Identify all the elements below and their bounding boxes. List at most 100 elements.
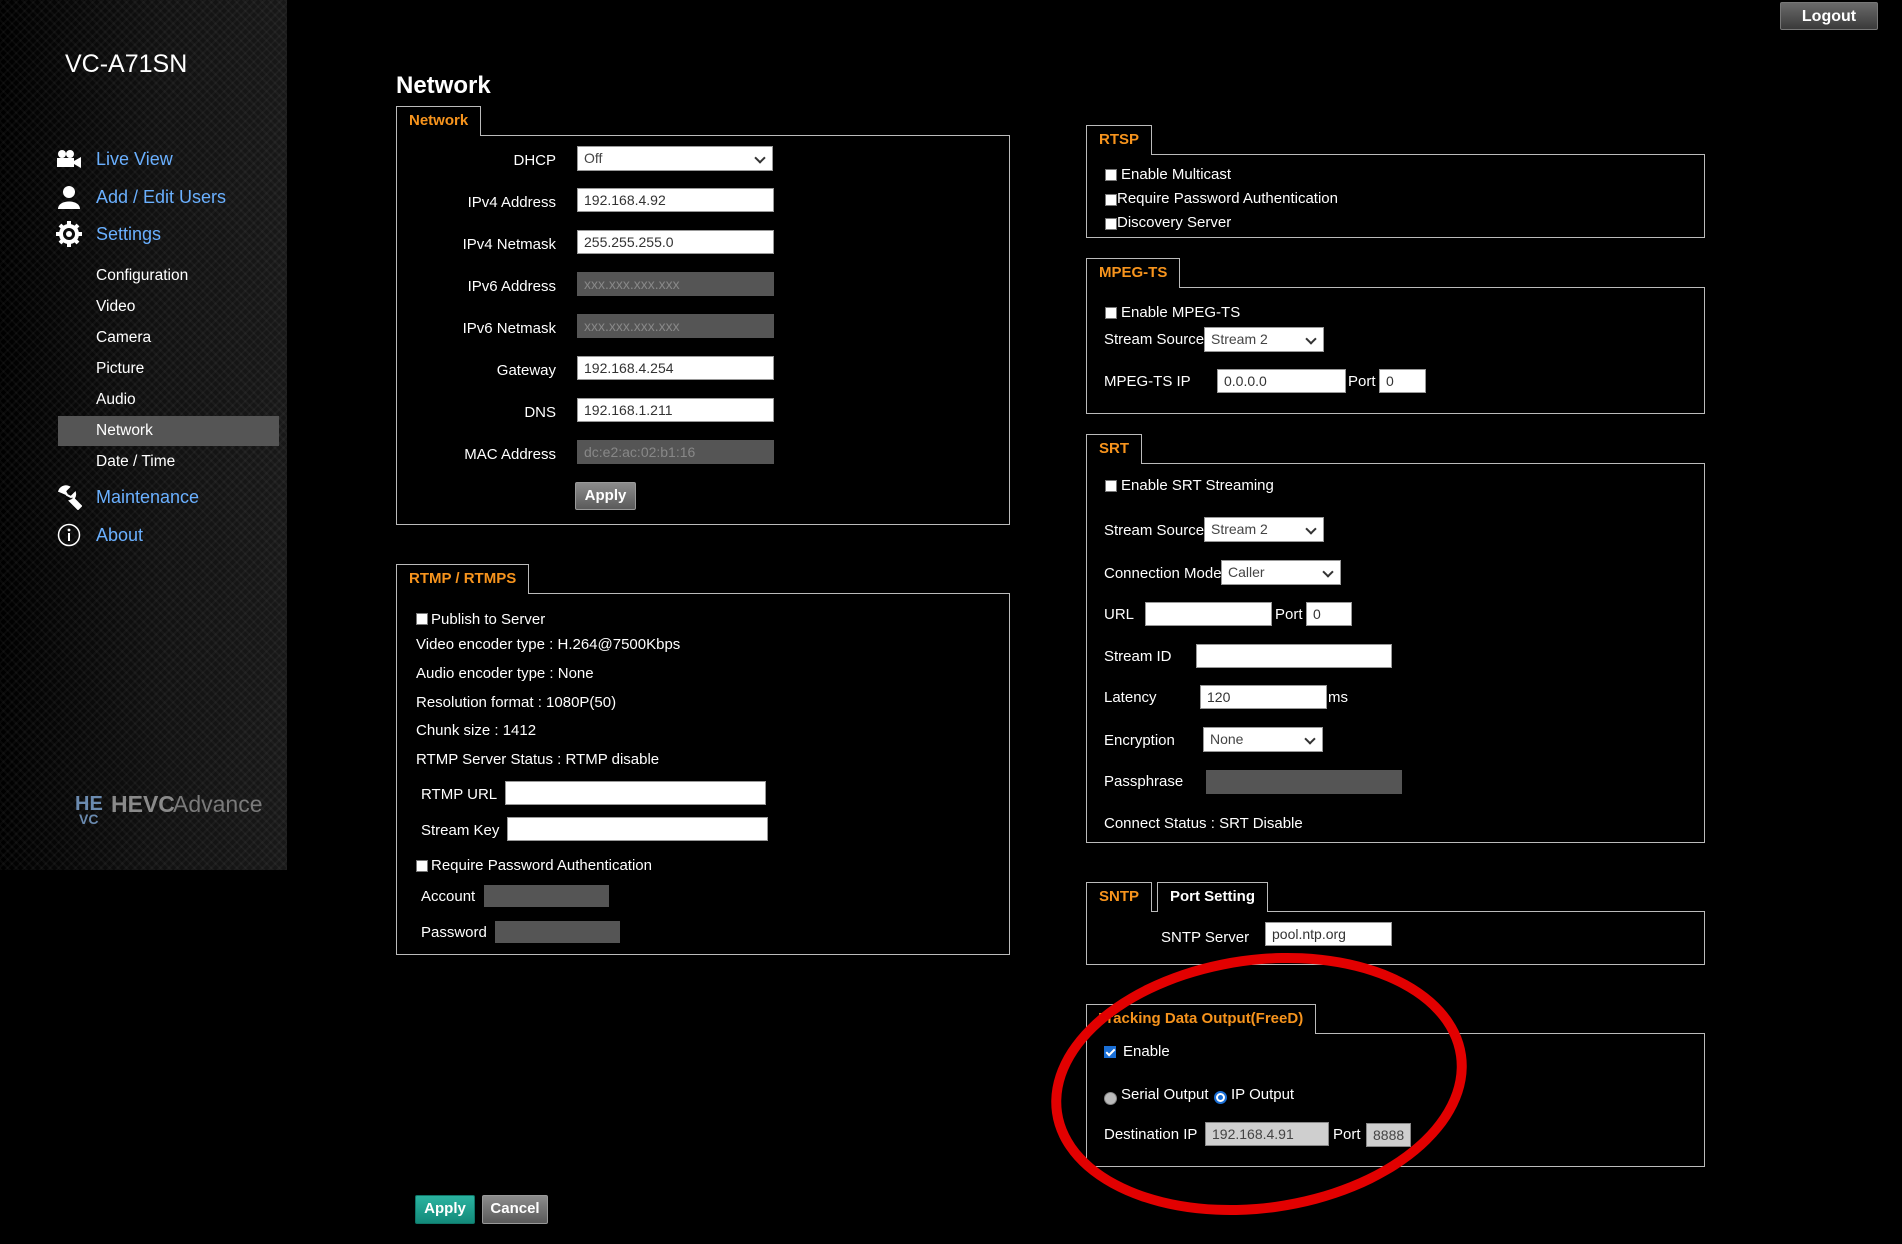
enable-srt-label: Enable SRT Streaming <box>1121 477 1274 494</box>
mpegts-port-input[interactable]: 0 <box>1379 369 1426 393</box>
network-apply-button[interactable]: Apply <box>575 482 636 510</box>
info-icon <box>56 522 82 548</box>
nav-maintenance[interactable]: Maintenance <box>56 484 199 510</box>
account-input <box>484 885 609 907</box>
nav-about-label: About <box>96 524 144 545</box>
sntp-server-label: SNTP Server <box>1161 929 1250 946</box>
mpegts-port-label: Port <box>1348 373 1376 390</box>
latency-unit: ms <box>1328 689 1348 706</box>
sidebar-item-audio[interactable]: Audio <box>58 385 279 415</box>
serial-output-label: Serial Output <box>1121 1086 1209 1103</box>
serial-output-radio[interactable] <box>1104 1092 1117 1105</box>
rtmp-url-label: RTMP URL <box>421 786 498 803</box>
nav-add-edit-users[interactable]: Add / Edit Users <box>56 184 226 210</box>
srt-stream-source-label: Stream Source <box>1104 522 1205 539</box>
destination-ip-input[interactable]: 192.168.4.91 <box>1205 1122 1329 1146</box>
nav-live-view[interactable]: Live View <box>56 146 173 172</box>
camera-icon <box>56 146 82 172</box>
wrench-icon <box>56 484 82 510</box>
stream-id-label: Stream ID <box>1104 648 1172 665</box>
svg-text:VC: VC <box>79 811 98 827</box>
mac-address-label: MAC Address <box>464 446 556 463</box>
passphrase-label: Passphrase <box>1104 773 1184 790</box>
enable-multicast-checkbox[interactable] <box>1105 169 1117 181</box>
user-icon <box>56 184 82 210</box>
ipv4-netmask-input[interactable]: 255.255.255.0 <box>577 230 774 254</box>
sidebar-item-camera[interactable]: Camera <box>58 323 279 353</box>
tab-network[interactable]: Network <box>396 106 482 136</box>
enable-mpegts-checkbox[interactable] <box>1105 307 1117 319</box>
nav-live-view-label: Live View <box>96 148 173 169</box>
publish-to-server-checkbox[interactable] <box>416 613 428 625</box>
nav-settings-label: Settings <box>96 223 162 244</box>
discovery-server-label: Discovery Server <box>1117 214 1232 231</box>
sntp-server-input[interactable]: pool.ntp.org <box>1265 922 1392 946</box>
ipv4-address-input[interactable]: 192.168.4.92 <box>577 188 774 212</box>
srt-port-input[interactable]: 0 <box>1306 602 1352 626</box>
nav-about[interactable]: About <box>56 522 143 548</box>
rtmp-require-password-checkbox[interactable] <box>416 860 428 872</box>
apply-button[interactable]: Apply <box>415 1195 475 1224</box>
mpegts-ip-input[interactable]: 0.0.0.0 <box>1217 369 1346 393</box>
account-label: Account <box>421 888 476 905</box>
rtsp-require-password-checkbox[interactable] <box>1105 194 1117 206</box>
srt-stream-source-select[interactable]: Stream 2 <box>1204 517 1324 542</box>
encryption-select[interactable]: None <box>1203 727 1323 752</box>
enable-multicast-label: Enable Multicast <box>1121 166 1232 183</box>
sidebar-item-picture[interactable]: Picture <box>58 354 279 384</box>
dhcp-label: DHCP <box>513 152 556 169</box>
sidebar-item-date-time[interactable]: Date / Time <box>58 447 279 477</box>
nav-add-edit-users-label: Add / Edit Users <box>96 186 227 207</box>
connection-mode-label: Connection Mode <box>1104 565 1222 582</box>
ipv4-netmask-label: IPv4 Netmask <box>462 236 556 253</box>
gateway-input[interactable]: 192.168.4.254 <box>577 356 774 380</box>
device-title: VC-A71SN <box>65 50 188 78</box>
freed-port-input[interactable]: 8888 <box>1366 1123 1411 1147</box>
encryption-label: Encryption <box>1104 732 1175 749</box>
freed-port-label: Port <box>1333 1126 1361 1143</box>
tab-rtmp[interactable]: RTMP / RTMPS <box>396 564 530 594</box>
tab-port-setting[interactable]: Port Setting <box>1157 882 1268 912</box>
rtmp-server-status-text: RTMP Server Status : RTMP disable <box>416 751 660 768</box>
stream-id-input[interactable] <box>1196 644 1392 668</box>
mpegts-stream-source-select[interactable]: Stream 2 <box>1204 327 1324 352</box>
dhcp-select[interactable]: Off <box>577 146 773 171</box>
ipv6-netmask-input: xxx.xxx.xxx.xxx <box>577 314 774 338</box>
page-title: Network <box>396 72 491 99</box>
gear-icon <box>56 221 82 247</box>
logout-button[interactable]: Logout <box>1780 2 1878 30</box>
connection-mode-select[interactable]: Caller <box>1221 560 1341 585</box>
tab-rtsp[interactable]: RTSP <box>1086 125 1153 155</box>
publish-to-server-label: Publish to Server <box>431 611 546 628</box>
tab-sntp[interactable]: SNTP <box>1086 882 1153 912</box>
rtmp-url-input[interactable] <box>505 781 766 805</box>
tab-freed[interactable]: Tracking Data Output(FreeD) <box>1086 1004 1317 1034</box>
sidebar-item-network[interactable]: Network <box>58 416 279 446</box>
ipv6-address-input: xxx.xxx.xxx.xxx <box>577 272 774 296</box>
ipv4-address-label: IPv4 Address <box>467 194 556 211</box>
ipv6-netmask-label: IPv6 Netmask <box>462 320 556 337</box>
freed-enable-checkbox[interactable] <box>1104 1046 1116 1058</box>
cancel-button[interactable]: Cancel <box>482 1195 548 1224</box>
ipv6-address-label: IPv6 Address <box>467 278 556 295</box>
dns-input[interactable]: 192.168.1.211 <box>577 398 774 422</box>
ip-output-radio[interactable] <box>1214 1091 1227 1104</box>
discovery-server-checkbox[interactable] <box>1105 218 1117 230</box>
enable-srt-checkbox[interactable] <box>1105 480 1117 492</box>
tab-mpegts[interactable]: MPEG-TS <box>1086 258 1181 288</box>
svg-text:Advance: Advance <box>173 791 263 817</box>
tab-srt[interactable]: SRT <box>1086 434 1142 464</box>
nav-settings[interactable]: Settings <box>56 221 161 247</box>
latency-input[interactable]: 120 <box>1200 685 1327 709</box>
srt-url-input[interactable] <box>1145 602 1272 626</box>
sidebar-item-configuration[interactable]: Configuration <box>58 261 279 291</box>
passphrase-input <box>1206 770 1402 794</box>
password-label: Password <box>421 924 487 941</box>
dns-label: DNS <box>524 404 556 421</box>
rtmp-require-password-label: Require Password Authentication <box>431 857 652 874</box>
hevc-advance-logo: HE VC HEVC Advance <box>75 788 275 828</box>
sidebar-item-video[interactable]: Video <box>58 292 279 322</box>
freed-enable-label: Enable <box>1123 1043 1170 1060</box>
enable-mpegts-label: Enable MPEG-TS <box>1121 304 1241 321</box>
stream-key-input[interactable] <box>507 817 768 841</box>
